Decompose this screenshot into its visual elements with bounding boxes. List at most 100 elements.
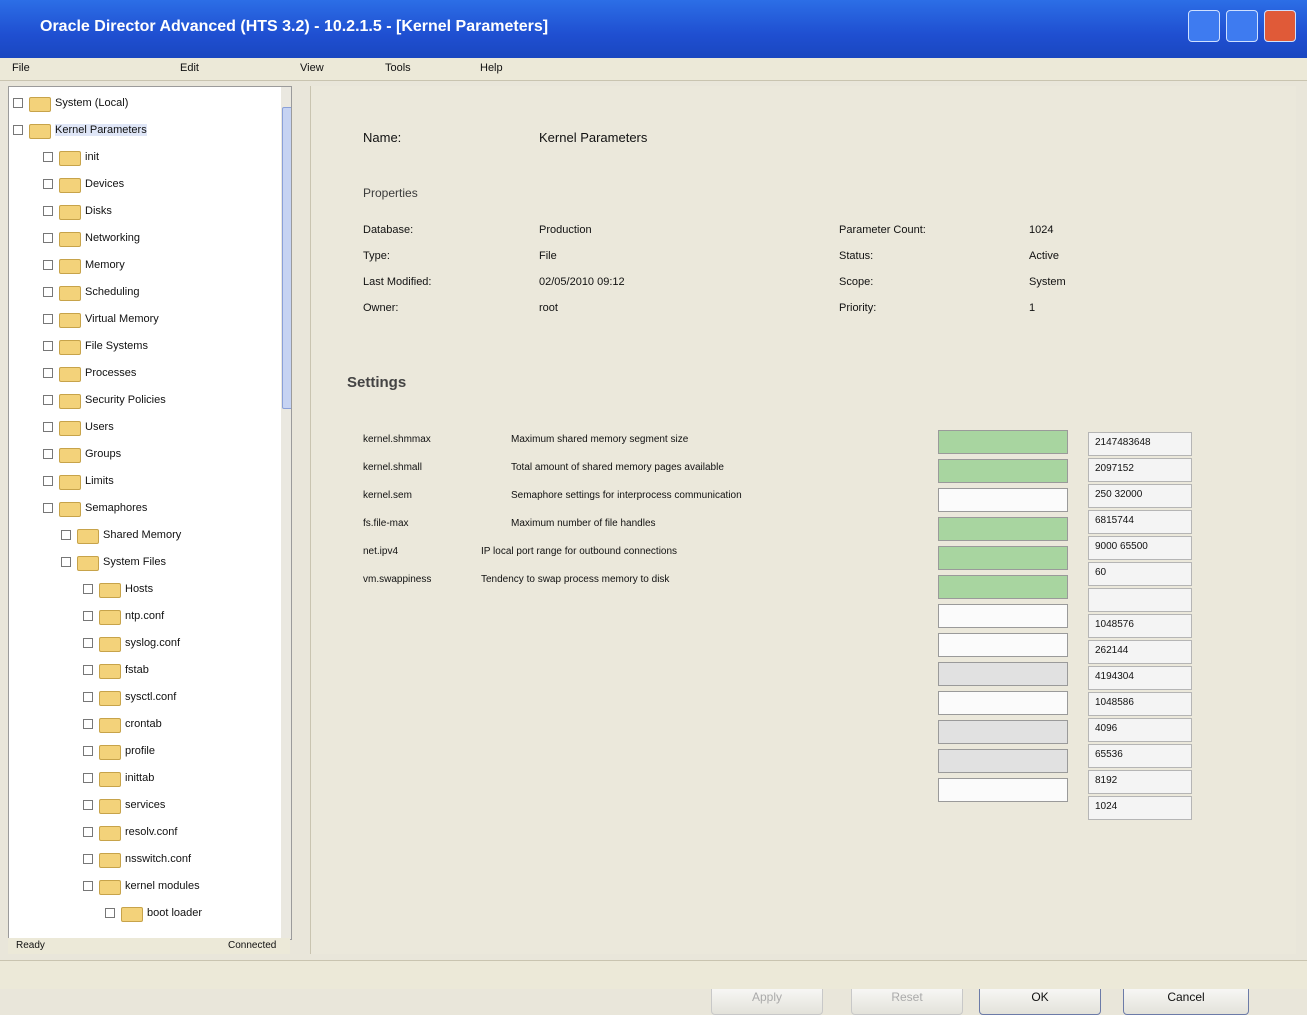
expand-icon[interactable] [83, 719, 93, 729]
expand-icon[interactable] [83, 800, 93, 810]
folder-icon [59, 205, 81, 220]
folder-icon [99, 826, 121, 841]
value-spinbox[interactable]: 1048586 [1088, 692, 1192, 716]
tree-item-label: resolv.conf [125, 826, 178, 838]
maximize-button[interactable] [1226, 10, 1258, 42]
title-bar: Oracle Director Advanced (HTS 3.2) - 10.… [0, 0, 1307, 58]
value-spinbox[interactable]: 2147483648 [1088, 432, 1192, 456]
menu-view[interactable]: View [300, 62, 324, 74]
expand-icon[interactable] [83, 692, 93, 702]
value-swatch[interactable] [938, 749, 1068, 773]
value-spinbox[interactable]: 4194304 [1088, 666, 1192, 690]
value-spinbox[interactable]: 1024 [1088, 796, 1192, 820]
value-spinbox[interactable]: 8192 [1088, 770, 1192, 794]
expand-icon[interactable] [43, 422, 53, 432]
value-spinbox[interactable]: 1048576 [1088, 614, 1192, 638]
folder-icon [99, 880, 121, 895]
value-spinbox[interactable]: 250 32000 [1088, 484, 1192, 508]
tree-item-label: Users [85, 421, 114, 433]
value-swatch[interactable] [938, 604, 1068, 628]
expand-icon[interactable] [43, 341, 53, 351]
value-spinbox[interactable]: 262144 [1088, 640, 1192, 664]
value-swatch[interactable] [938, 662, 1068, 686]
value-spinbox[interactable]: 2097152 [1088, 458, 1192, 482]
expand-icon[interactable] [43, 152, 53, 162]
value-swatch[interactable] [938, 720, 1068, 744]
value-spinbox[interactable]: 4096 [1088, 718, 1192, 742]
expand-icon[interactable] [43, 179, 53, 189]
menu-edit[interactable]: Edit [180, 62, 199, 74]
value-swatch[interactable] [938, 778, 1068, 802]
menu-tools[interactable]: Tools [385, 62, 411, 74]
setting-description: Tendency to swap process memory to disk [481, 574, 670, 585]
expand-icon[interactable] [83, 881, 93, 891]
expand-icon[interactable] [43, 206, 53, 216]
value-spinbox[interactable]: 9000 65500 [1088, 536, 1192, 560]
value-swatch[interactable] [938, 691, 1068, 715]
folder-icon [99, 691, 121, 706]
value-spinbox[interactable]: 60 [1088, 562, 1192, 586]
expand-icon[interactable] [43, 314, 53, 324]
folder-icon [99, 772, 121, 787]
expand-icon[interactable] [43, 287, 53, 297]
expand-icon[interactable] [61, 530, 71, 540]
expand-icon[interactable] [83, 773, 93, 783]
tree-item-label: syslog.conf [125, 637, 181, 649]
name-value: Kernel Parameters [539, 130, 648, 145]
tree-status-bar: Ready Connected [8, 938, 290, 954]
expand-icon[interactable] [43, 476, 53, 486]
expand-icon[interactable] [43, 233, 53, 243]
value-swatch[interactable] [938, 430, 1068, 454]
expand-icon[interactable] [13, 125, 23, 135]
value-swatch[interactable] [938, 488, 1068, 512]
value-spinbox[interactable]: 6815744 [1088, 510, 1192, 534]
expand-icon[interactable] [43, 395, 53, 405]
folder-icon [121, 907, 143, 922]
value-swatch[interactable] [938, 517, 1068, 541]
navigation-tree[interactable]: System (Local) Kernel Parameters init Devic… [8, 86, 292, 940]
folder-icon [59, 340, 81, 355]
value-swatch[interactable] [938, 459, 1068, 483]
tree-item-label: init [85, 151, 100, 163]
tree-item-label: profile [125, 745, 155, 757]
minimize-button[interactable] [1188, 10, 1220, 42]
folder-icon [59, 394, 81, 409]
expand-icon[interactable] [105, 908, 115, 918]
tree-scrollbar[interactable] [281, 87, 291, 939]
folder-icon [59, 286, 81, 301]
properties-group-title: Properties [363, 186, 418, 200]
menu-file[interactable]: File [12, 62, 30, 74]
scrollbar-thumb[interactable] [282, 107, 291, 409]
field-label: Status: [839, 250, 874, 262]
expand-icon[interactable] [83, 827, 93, 837]
field-value: 1 [1029, 302, 1036, 314]
expand-icon[interactable] [43, 260, 53, 270]
expand-icon[interactable] [83, 746, 93, 756]
expand-icon[interactable] [83, 638, 93, 648]
value-spinbox[interactable]: 65536 [1088, 744, 1192, 768]
value-swatch[interactable] [938, 633, 1068, 657]
tree-item-label: Hosts [125, 583, 154, 595]
field-label: Parameter Count: [839, 224, 926, 236]
spinbox-value: 65536 [1095, 749, 1123, 760]
value-spinbox[interactable] [1088, 588, 1192, 612]
expand-icon[interactable] [83, 611, 93, 621]
value-swatch[interactable] [938, 546, 1068, 570]
setting-label: kernel.shmmax [363, 434, 431, 445]
value-swatch[interactable] [938, 575, 1068, 599]
menu-help[interactable]: Help [480, 62, 503, 74]
folder-icon [99, 799, 121, 814]
expand-icon[interactable] [83, 665, 93, 675]
expand-icon[interactable] [83, 854, 93, 864]
expand-icon[interactable] [43, 368, 53, 378]
expand-icon[interactable] [61, 557, 71, 567]
setting-label: net.ipv4 [363, 546, 399, 557]
field-value: 02/05/2010 09:12 [539, 276, 625, 288]
menu-bar: File Edit View Tools Help [0, 58, 1307, 81]
expand-icon[interactable] [83, 584, 93, 594]
close-button[interactable] [1264, 10, 1296, 42]
folder-icon [99, 745, 121, 760]
expand-icon[interactable] [13, 98, 23, 108]
expand-icon[interactable] [43, 449, 53, 459]
expand-icon[interactable] [43, 503, 53, 513]
